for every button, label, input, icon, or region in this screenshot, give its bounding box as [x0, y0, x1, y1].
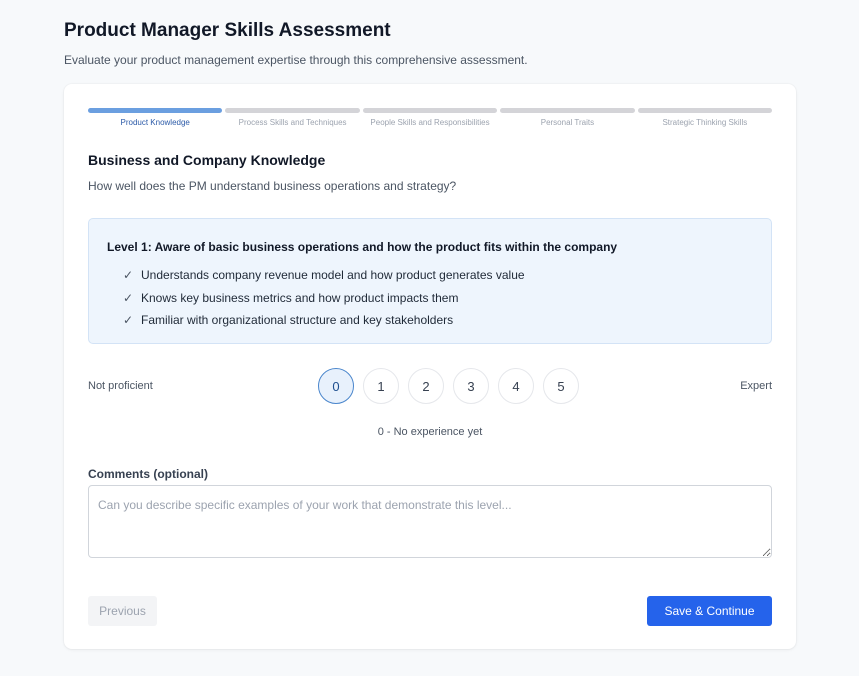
step-bar — [637, 108, 773, 113]
rating-option-2[interactable]: 2 — [408, 368, 444, 404]
step-label: Strategic Thinking Skills — [662, 118, 748, 127]
check-icon: ✓ — [123, 313, 134, 328]
level-criteria-list: ✓ Understands company revenue model and … — [123, 264, 525, 332]
list-item: ✓ Understands company revenue model and … — [123, 264, 525, 287]
check-icon: ✓ — [123, 268, 134, 283]
level-description-box: Level 1: Aware of basic business operati… — [88, 218, 772, 344]
previous-button[interactable]: Previous — [88, 596, 157, 626]
question-description: How well does the PM understand business… — [88, 179, 457, 193]
list-item: ✓ Familiar with organizational structure… — [123, 309, 525, 332]
save-continue-button[interactable]: Save & Continue — [647, 596, 772, 626]
step-people-skills[interactable]: People Skills and Responsibilities — [362, 108, 498, 127]
step-bar — [225, 108, 360, 113]
scale-min-label: Not proficient — [88, 380, 153, 392]
step-process-skills[interactable]: Process Skills and Techniques — [225, 108, 360, 127]
level-heading: Level 1: Aware of basic business operati… — [107, 240, 618, 254]
criteria-text: Knows key business metrics and how produ… — [141, 290, 459, 305]
comments-field[interactable] — [88, 485, 772, 558]
rating-option-0[interactable]: 0 — [318, 368, 354, 404]
scale-max-label: Expert — [740, 380, 772, 392]
criteria-text: Understands company revenue model and ho… — [141, 268, 525, 283]
rating-option-1[interactable]: 1 — [363, 368, 399, 404]
step-label: Product Knowledge — [120, 118, 190, 127]
rating-options: 0 1 2 3 4 5 — [318, 368, 579, 404]
rating-option-3[interactable]: 3 — [453, 368, 489, 404]
step-label: People Skills and Responsibilities — [370, 118, 490, 127]
criteria-text: Familiar with organizational structure a… — [141, 313, 454, 328]
progress-steps: Product Knowledge Process Skills and Tec… — [88, 108, 773, 127]
rating-scale: Not proficient 0 1 2 3 4 5 Expert — [88, 368, 772, 404]
step-personal-traits[interactable]: Personal Traits — [500, 108, 635, 127]
question-title: Business and Company Knowledge — [88, 152, 326, 168]
comments-label: Comments (optional) — [88, 467, 208, 481]
rating-caption: 0 - No experience yet — [377, 426, 483, 438]
rating-option-4[interactable]: 4 — [498, 368, 534, 404]
assessment-card: Product Knowledge Process Skills and Tec… — [64, 84, 796, 649]
page-title: Product Manager Skills Assessment — [64, 20, 391, 41]
step-label: Process Skills and Techniques — [238, 118, 347, 127]
step-label: Personal Traits — [540, 118, 595, 127]
check-icon: ✓ — [123, 290, 134, 305]
step-bar — [362, 108, 498, 113]
page-subtitle: Evaluate your product management experti… — [64, 53, 528, 67]
page-header: Product Manager Skills Assessment Evalua… — [64, 20, 528, 67]
rating-option-5[interactable]: 5 — [543, 368, 579, 404]
step-bar — [500, 108, 635, 113]
step-product-knowledge[interactable]: Product Knowledge — [88, 108, 223, 127]
list-item: ✓ Knows key business metrics and how pro… — [123, 287, 525, 310]
step-bar — [88, 108, 223, 113]
step-strategic-thinking[interactable]: Strategic Thinking Skills — [637, 108, 773, 127]
